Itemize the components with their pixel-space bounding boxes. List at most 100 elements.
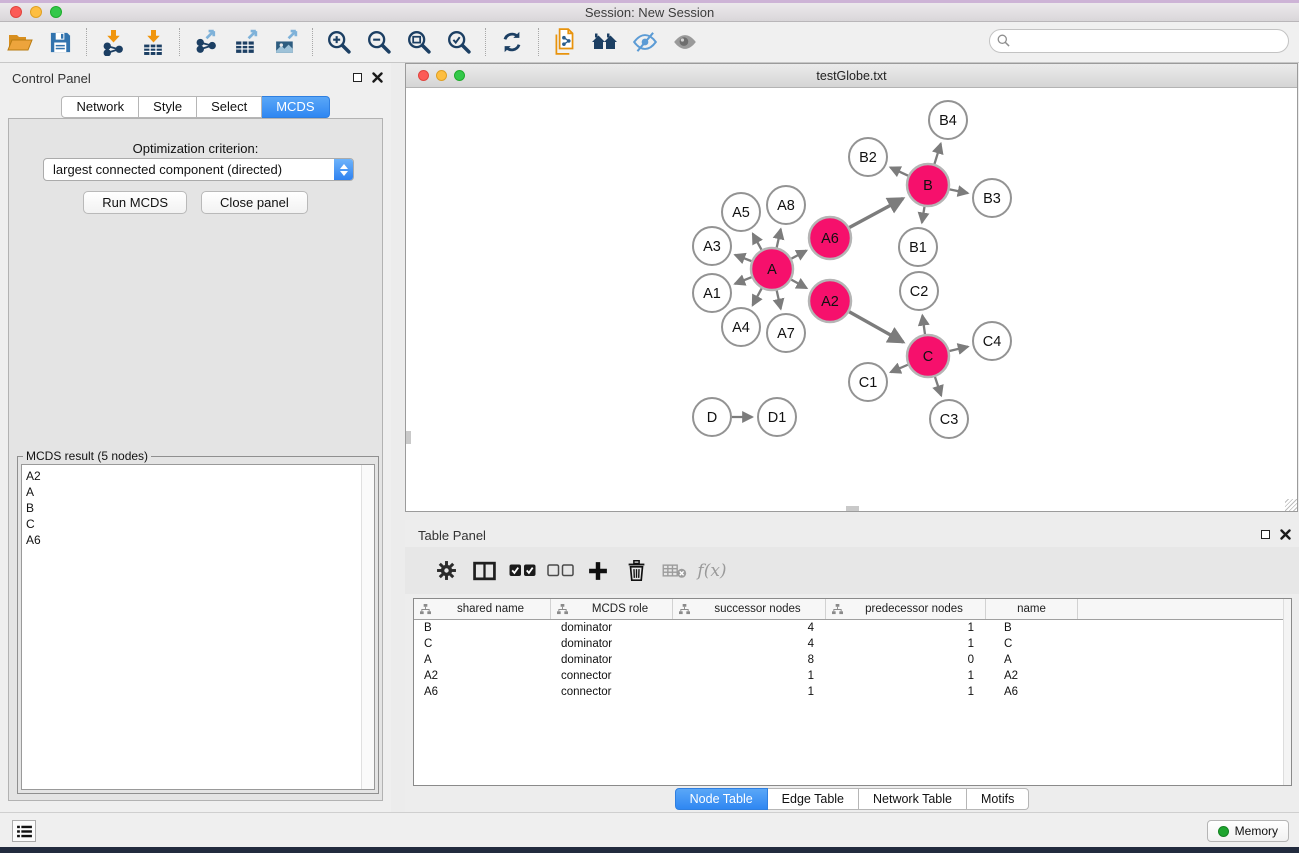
graph-edge-A-A3[interactable] (735, 255, 751, 261)
refresh-button[interactable] (493, 25, 531, 59)
save-session-button[interactable] (41, 25, 79, 59)
select-all-button[interactable] (503, 552, 541, 590)
zoom-window-button[interactable] (50, 6, 62, 18)
graph-edge-B-B2[interactable] (890, 167, 908, 175)
column-header-shared-name[interactable]: shared name (414, 599, 551, 619)
import-table-button[interactable] (134, 25, 172, 59)
graph-edge-A-A5[interactable] (753, 234, 762, 250)
import-network-button[interactable] (94, 25, 132, 59)
resize-grip[interactable] (1285, 499, 1297, 511)
task-history-button[interactable] (12, 820, 36, 842)
graph-edge-A6-B[interactable] (849, 199, 903, 228)
graph-edge-A-A4[interactable] (753, 288, 762, 305)
graph-edge-A-A8[interactable] (777, 229, 781, 247)
table-scrollbar[interactable] (1283, 599, 1291, 785)
zoom-fit-button[interactable] (400, 25, 438, 59)
table-row[interactable]: A6connector11A6 (414, 684, 1291, 700)
tab-mcds[interactable]: MCDS (262, 96, 329, 118)
export-image-button[interactable] (267, 25, 305, 59)
table-row[interactable]: Cdominator41C (414, 636, 1291, 652)
close-table-panel-icon[interactable] (1280, 529, 1291, 540)
cell: 1 (673, 670, 826, 682)
export-network-button[interactable] (187, 25, 225, 59)
column-header-name[interactable]: name (986, 599, 1078, 619)
add-column-button[interactable] (579, 552, 617, 590)
graph-edge-C-C3[interactable] (935, 377, 941, 396)
zoom-out-button[interactable] (360, 25, 398, 59)
network-canvas[interactable]: B4B2BB3A8A5A6A3B1AA1C2A2A4A7C4CC1C3DD1 (406, 88, 1297, 511)
float-panel-icon[interactable] (353, 73, 362, 82)
cell: C (986, 638, 1078, 650)
delete-column-button[interactable] (617, 552, 655, 590)
horizontal-scroll-thumb[interactable] (846, 506, 859, 511)
delete-table-button[interactable] (655, 552, 693, 590)
graph-edge-A-A7[interactable] (777, 290, 781, 308)
function-builder-button[interactable]: f(x) (693, 552, 731, 590)
graph-edge-A-A2[interactable] (791, 280, 806, 288)
column-header-MCDS-role[interactable]: MCDS role (551, 599, 673, 619)
criterion-dropdown[interactable]: largest connected component (directed) (43, 158, 354, 181)
open-file-button[interactable] (1, 25, 39, 59)
column-header-successor-nodes[interactable]: successor nodes (673, 599, 826, 619)
show-all-button[interactable] (666, 25, 704, 59)
mcds-result-item[interactable]: A (22, 484, 374, 500)
run-mcds-button[interactable]: Run MCDS (83, 191, 187, 214)
tab-select[interactable]: Select (197, 96, 262, 118)
cell: A (986, 654, 1078, 666)
zoom-selected-button[interactable] (440, 25, 478, 59)
column-header-predecessor-nodes[interactable]: predecessor nodes (826, 599, 986, 619)
deselect-all-button[interactable] (541, 552, 579, 590)
network-close-button[interactable] (418, 70, 429, 81)
node-table[interactable]: shared nameMCDS rolesuccessor nodesprede… (413, 598, 1292, 786)
first-neighbors-button[interactable] (586, 25, 624, 59)
minimize-window-button[interactable] (30, 6, 42, 18)
float-table-panel-icon[interactable] (1261, 530, 1270, 539)
tab-motifs[interactable]: Motifs (967, 788, 1029, 810)
import-table-icon (140, 29, 167, 56)
tab-node-table[interactable]: Node Table (675, 788, 768, 810)
mcds-result-item[interactable]: B (22, 500, 374, 516)
memory-button[interactable]: Memory (1207, 820, 1289, 842)
search-input[interactable] (989, 29, 1289, 53)
graph-edge-A-A6[interactable] (791, 251, 806, 259)
close-window-button[interactable] (10, 6, 22, 18)
graph-edge-C-C1[interactable] (891, 365, 908, 372)
graph-node-label-A2: A2 (821, 294, 839, 310)
graph-edge-A-A1[interactable] (735, 277, 752, 284)
column-view-button[interactable] (465, 552, 503, 590)
result-list-scrollbar[interactable] (361, 465, 374, 789)
tab-network-table[interactable]: Network Table (859, 788, 967, 810)
hide-selected-button[interactable] (626, 25, 664, 59)
table-settings-button[interactable] (427, 552, 465, 590)
graph-edge-A2-C[interactable] (849, 312, 903, 342)
vertical-scroll-thumb[interactable] (406, 431, 411, 444)
mcds-result-item[interactable]: C (22, 516, 374, 532)
desktop-background (0, 847, 1299, 853)
save-session-icon (49, 31, 72, 54)
toolbar-separator (86, 28, 87, 56)
tab-style[interactable]: Style (139, 96, 197, 118)
graph-edge-B-B4[interactable] (934, 144, 940, 164)
table-row[interactable]: Adominator80A (414, 652, 1291, 668)
cell: A2 (986, 670, 1078, 682)
export-table-button[interactable] (227, 25, 265, 59)
export-table-icon (233, 29, 260, 56)
zoom-in-button[interactable] (320, 25, 358, 59)
tab-edge-table[interactable]: Edge Table (768, 788, 859, 810)
tab-network[interactable]: Network (61, 96, 139, 118)
add-column-icon (588, 561, 608, 581)
table-row[interactable]: A2connector11A2 (414, 668, 1291, 684)
clone-network-button[interactable] (546, 25, 584, 59)
close-panel-button[interactable]: Close panel (201, 191, 308, 214)
network-minimize-button[interactable] (436, 70, 447, 81)
graph-edge-C-C4[interactable] (949, 347, 968, 351)
mcds-result-item[interactable]: A2 (22, 468, 374, 484)
table-row[interactable]: Bdominator41B (414, 620, 1291, 636)
search-icon (997, 34, 1010, 47)
graph-edge-B-B3[interactable] (950, 189, 968, 193)
network-zoom-button[interactable] (454, 70, 465, 81)
graph-edge-C-C2[interactable] (922, 315, 925, 334)
graph-edge-B-B1[interactable] (922, 207, 925, 223)
close-panel-icon[interactable] (372, 72, 383, 83)
mcds-result-item[interactable]: A6 (22, 532, 374, 548)
